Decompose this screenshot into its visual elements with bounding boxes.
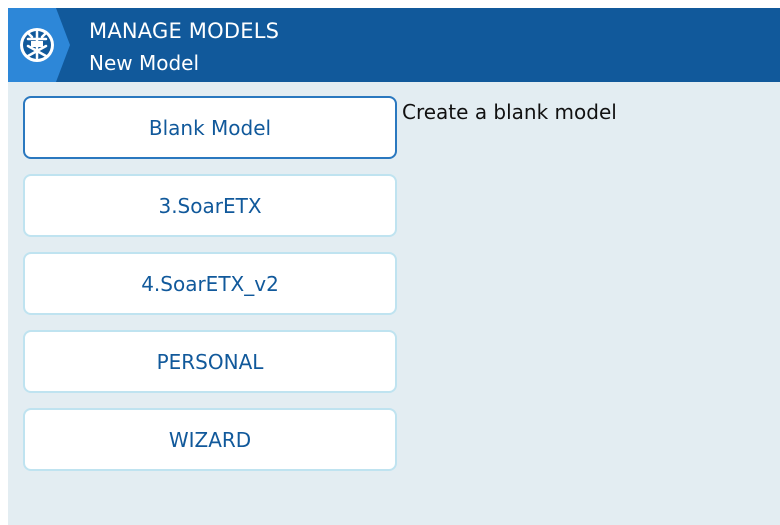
model-button-personal[interactable]: PERSONAL: [23, 330, 397, 393]
model-button-4-soaretx-v2[interactable]: 4.SoarETX_v2: [23, 252, 397, 315]
model-button-blank-model[interactable]: Blank Model: [23, 96, 397, 159]
radio-menu-icon: [8, 8, 70, 82]
model-template-list: Blank Model 3.SoarETX 4.SoarETX_v2 PERSO…: [23, 96, 397, 486]
model-description: Create a blank model: [402, 100, 617, 124]
model-button-wizard[interactable]: WIZARD: [23, 408, 397, 471]
screen: MANAGE MODELS New Model Blank Model 3.So…: [8, 8, 780, 525]
menu-button[interactable]: [8, 8, 70, 82]
page-subtitle: New Model: [89, 51, 200, 75]
header-bar: MANAGE MODELS New Model: [8, 8, 780, 82]
page-title: MANAGE MODELS: [89, 19, 280, 43]
model-button-3-soaretx[interactable]: 3.SoarETX: [23, 174, 397, 237]
